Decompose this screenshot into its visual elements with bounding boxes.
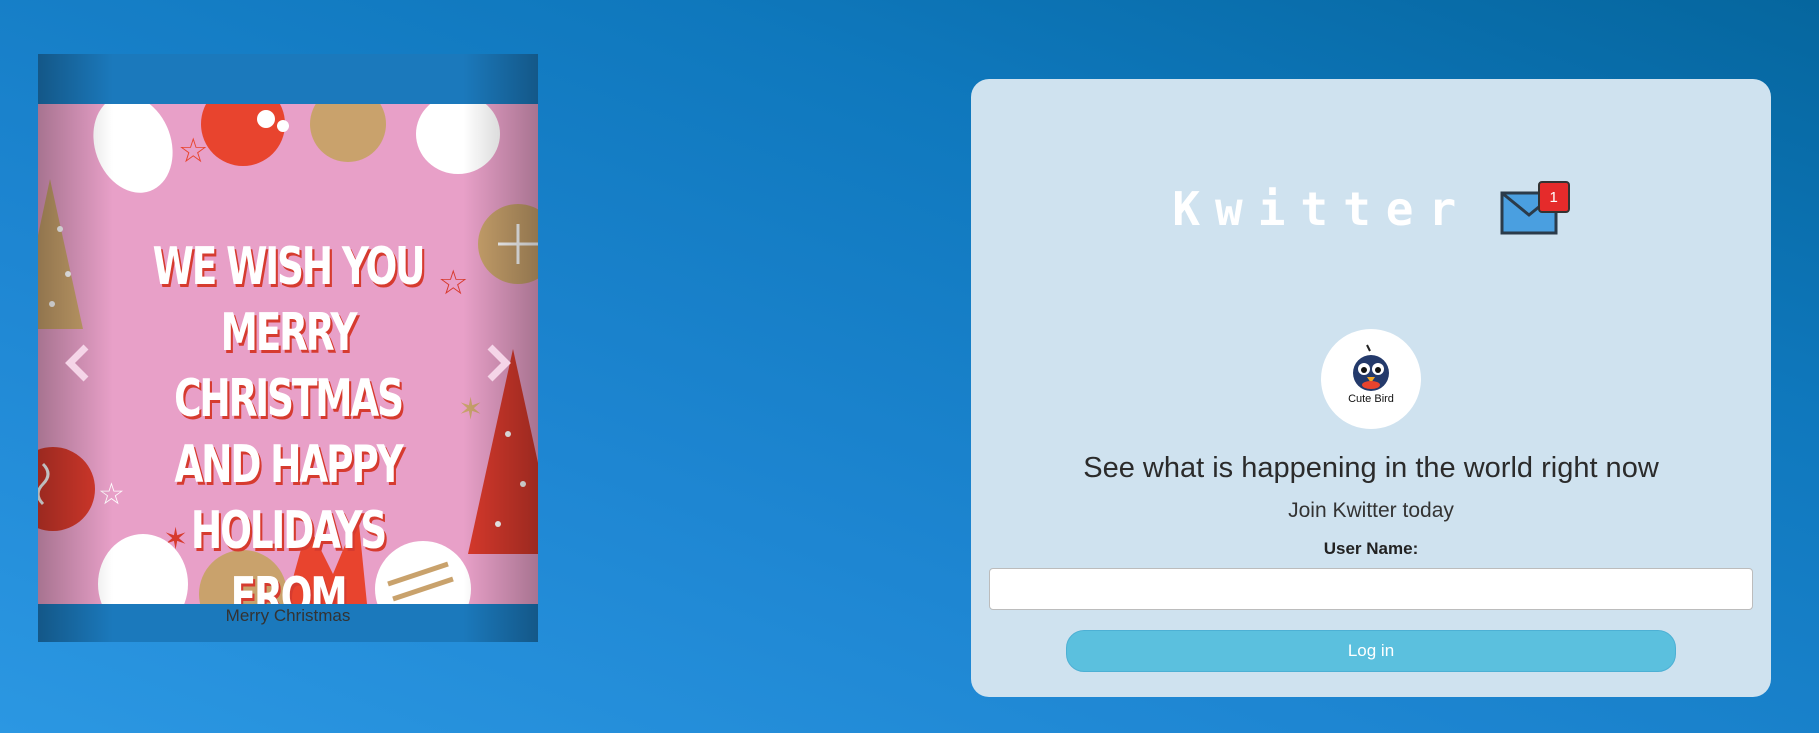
carousel-caption: Merry Christmas: [225, 606, 351, 625]
avatar: Cute Bird: [1321, 329, 1421, 429]
mail-notification-icon: 1: [1500, 179, 1570, 239]
svg-text:☆: ☆: [438, 263, 468, 303]
chevron-left-icon: [65, 344, 89, 382]
chevron-right-icon: [487, 344, 511, 382]
username-label: User Name:: [1323, 539, 1419, 558]
bird-icon: [1353, 344, 1389, 391]
carousel-next-button[interactable]: [472, 338, 522, 388]
app-logo-text: Kwitter: [1172, 182, 1472, 236]
notification-badge: 1: [1537, 181, 1570, 213]
svg-text:☆: ☆: [98, 477, 125, 512]
avatar-label: Cute Bird: [1348, 393, 1394, 405]
svg-text:☆: ☆: [178, 131, 208, 171]
page-headline: See what is happening in the world right…: [1083, 452, 1659, 484]
login-button[interactable]: Log in: [1066, 630, 1676, 672]
brand-header: Kwitter 1: [971, 179, 1771, 259]
svg-text:✶: ✶: [458, 392, 483, 427]
carousel-prev-button[interactable]: [54, 338, 104, 388]
slide-greeting-text: WE WISH YOU MERRY CHRISTMAS AND HAPPY HO…: [152, 237, 426, 604]
greeting-carousel: ☆ ☆ ☆ ✶ ✶ WE WISH YOU MERRY CHRISTMAS AN…: [38, 54, 538, 642]
username-input[interactable]: [989, 568, 1753, 610]
carousel-slide: ☆ ☆ ☆ ✶ ✶ WE WISH YOU MERRY CHRISTMAS AN…: [38, 104, 538, 604]
page-subheadline: Join Kwitter today: [1288, 499, 1454, 522]
login-card: Kwitter 1 Cute Bird See what is happenin…: [971, 79, 1771, 697]
